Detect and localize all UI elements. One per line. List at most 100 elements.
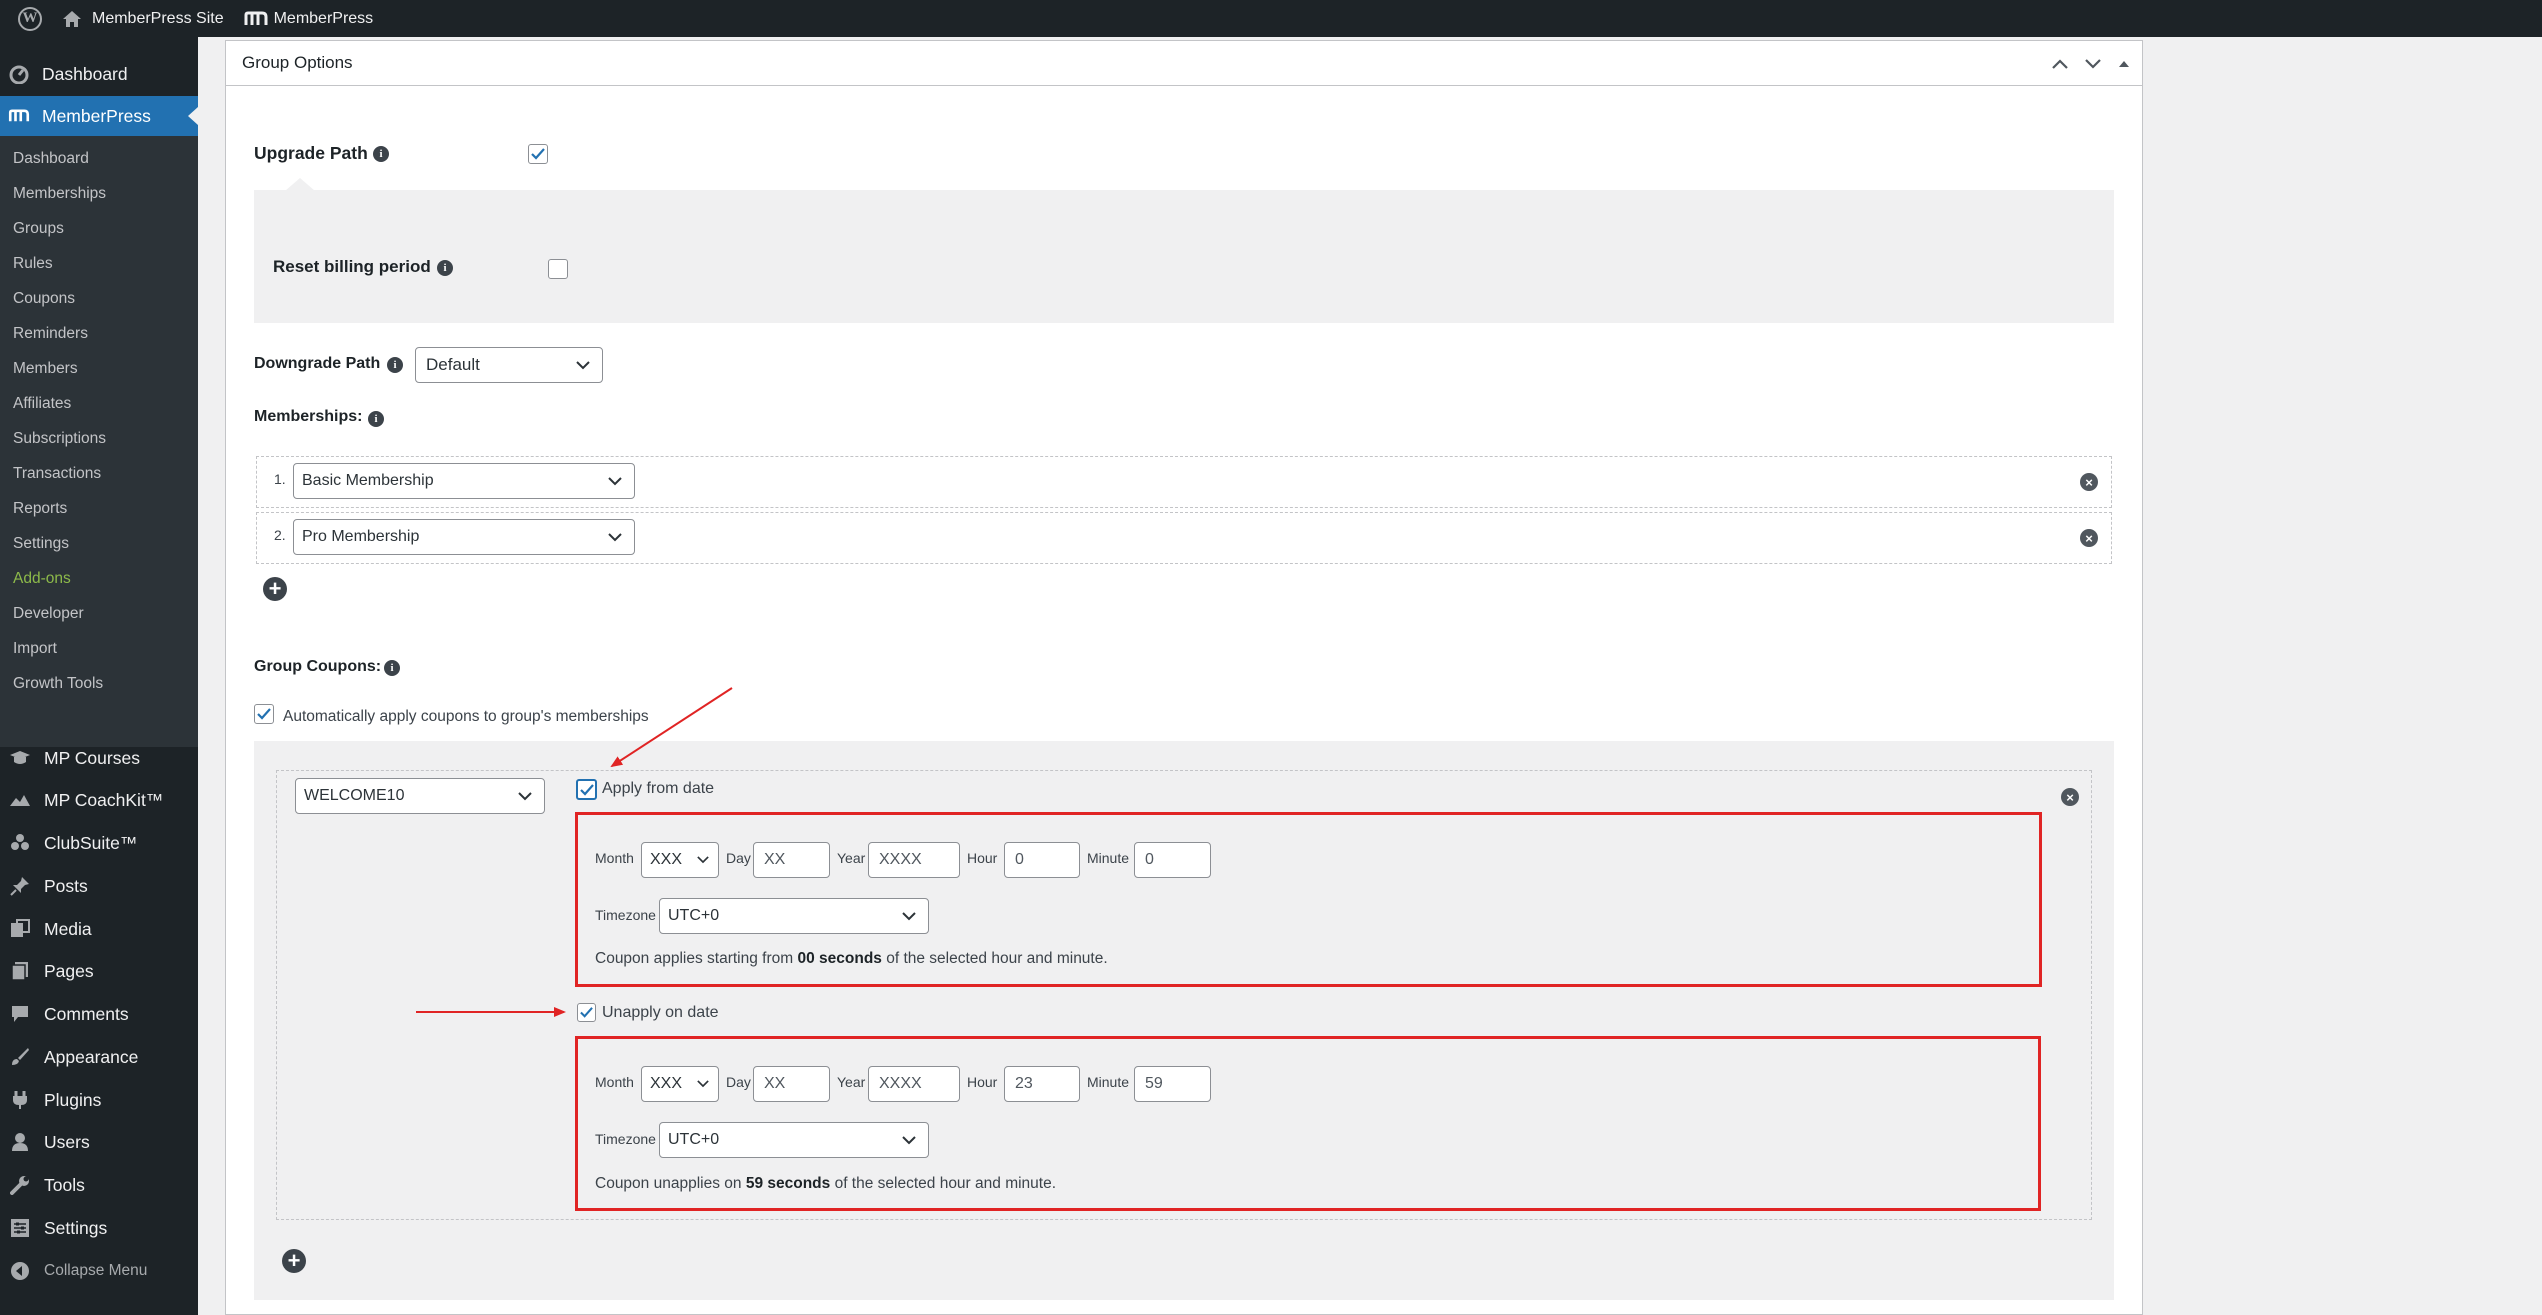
coupon-select[interactable]: WELCOME10 <box>295 778 545 814</box>
wrench-icon <box>8 1173 32 1197</box>
unapply-hour-input[interactable]: 23 <box>1004 1066 1080 1102</box>
apply-year-input[interactable]: XXXX <box>868 842 960 878</box>
menu-dashboard[interactable]: Dashboard <box>0 54 198 94</box>
check-icon <box>579 783 594 796</box>
toggle-panel-icon[interactable] <box>2111 51 2137 77</box>
membership-select[interactable]: Pro Membership <box>293 519 635 555</box>
unapply-note-bold: 59 seconds <box>745 1175 831 1192</box>
unapply-day-input[interactable]: XX <box>753 1066 830 1102</box>
submenu-subscriptions[interactable]: Subscriptions <box>13 430 106 448</box>
menu-tools[interactable]: Tools <box>0 1165 198 1205</box>
menu-plugins-label: Plugins <box>44 1089 102 1110</box>
user-icon <box>8 1130 32 1154</box>
memberships-info-icon[interactable]: i <box>368 411 384 427</box>
menu-memberpress[interactable]: MemberPress <box>0 96 198 136</box>
menu-settings[interactable]: Settings <box>0 1208 198 1248</box>
remove-coupon-icon[interactable]: × <box>2061 788 2079 806</box>
menu-appearance[interactable]: Appearance <box>0 1037 198 1077</box>
wp-logo-menu[interactable]: W <box>0 0 52 37</box>
submenu-developer[interactable]: Developer <box>13 605 84 623</box>
site-name-link[interactable]: MemberPress Site <box>52 0 234 37</box>
reset-billing-info-icon[interactable]: i <box>437 260 453 276</box>
membership-index: 2. <box>274 527 286 543</box>
add-membership-icon[interactable]: + <box>263 577 287 601</box>
move-up-icon[interactable] <box>2047 51 2073 77</box>
downgrade-path-info-icon[interactable]: i <box>387 357 403 373</box>
apply-month-select[interactable]: XXX <box>641 842 719 878</box>
menu-users[interactable]: Users <box>0 1122 198 1162</box>
submenu-coupons[interactable]: Coupons <box>13 290 75 308</box>
move-down-icon[interactable] <box>2080 51 2106 77</box>
apply-hour-label: Hour <box>967 850 998 866</box>
apply-from-date-checkbox[interactable] <box>576 779 597 800</box>
apply-day-input[interactable]: XX <box>753 842 830 878</box>
unapply-note-text: Coupon unapplies on <box>595 1175 746 1192</box>
plugin-name: MemberPress <box>273 9 374 27</box>
downgrade-path-select[interactable]: Default <box>415 347 603 383</box>
menu-tools-label: Tools <box>44 1174 85 1195</box>
unapply-year-label: Year <box>837 1074 866 1090</box>
submenu-groups[interactable]: Groups <box>13 220 64 238</box>
submenu-reminders[interactable]: Reminders <box>13 325 88 343</box>
unapply-hour-label: Hour <box>967 1074 998 1090</box>
coachkit-icon <box>8 788 32 812</box>
upgrade-path-checkbox[interactable] <box>528 144 548 164</box>
coupon-select-value: WELCOME10 <box>304 787 405 804</box>
menu-memberpress-label: MemberPress <box>42 105 151 126</box>
submenu-memberships[interactable]: Memberships <box>13 185 106 203</box>
submenu-reports[interactable]: Reports <box>13 500 67 518</box>
admin-sidebar: Dashboard MemberPress Dashboard Membersh… <box>0 37 198 1315</box>
apply-minute-label: Minute <box>1087 850 1130 866</box>
unapply-on-date-checkbox[interactable] <box>577 1003 596 1022</box>
check-icon <box>580 1007 593 1018</box>
chevron-down-icon <box>697 856 709 864</box>
submenu-rules[interactable]: Rules <box>13 255 53 273</box>
submenu-members[interactable]: Members <box>13 360 78 378</box>
menu-mp-coachkit[interactable]: MP CoachKit™ <box>0 780 198 820</box>
submenu-transactions[interactable]: Transactions <box>13 465 101 483</box>
submenu-growth-tools[interactable]: Growth Tools <box>13 675 103 693</box>
menu-comments[interactable]: Comments <box>0 994 198 1034</box>
reset-billing-checkbox[interactable] <box>548 259 568 279</box>
submenu-addons[interactable]: Add-ons <box>13 570 71 588</box>
collapse-menu-button[interactable]: Collapse Menu <box>0 1251 198 1291</box>
menu-plugins[interactable]: Plugins <box>0 1080 198 1120</box>
submenu-settings[interactable]: Settings <box>13 535 69 553</box>
chevron-down-icon <box>518 792 532 801</box>
menu-pages-label: Pages <box>44 960 94 981</box>
menu-clubsuite[interactable]: ClubSuite™ <box>0 823 198 863</box>
admin-bar: W MemberPress Site MemberPress <box>0 0 2542 37</box>
add-coupon-icon[interactable]: + <box>282 1249 306 1273</box>
site-name: MemberPress Site <box>92 9 224 27</box>
submenu-dashboard[interactable]: Dashboard <box>13 150 89 168</box>
menu-posts[interactable]: Posts <box>0 866 198 906</box>
remove-membership-icon[interactable]: × <box>2080 529 2098 547</box>
check-icon <box>531 148 545 160</box>
plugin-icon <box>8 1088 32 1112</box>
auto-apply-coupons-checkbox[interactable] <box>254 704 274 724</box>
comment-icon <box>8 1002 32 1026</box>
apply-note-bold: 00 seconds <box>797 950 882 967</box>
memberpress-bar-link[interactable]: MemberPress <box>234 0 384 37</box>
unapply-timezone-select[interactable]: UTC+0 <box>659 1122 929 1158</box>
unapply-minute-input[interactable]: 59 <box>1134 1066 1211 1102</box>
apply-hour-input[interactable]: 0 <box>1004 842 1080 878</box>
unapply-month-select[interactable]: XXX <box>641 1066 719 1102</box>
upgrade-path-info-icon[interactable]: i <box>373 146 389 162</box>
menu-pages[interactable]: Pages <box>0 951 198 991</box>
menu-media[interactable]: Media <box>0 909 198 949</box>
remove-membership-icon[interactable]: × <box>2080 473 2098 491</box>
menu-mp-courses[interactable]: MP Courses <box>0 738 198 778</box>
unapply-note-text-end: of the selected hour and minute. <box>830 1175 1057 1192</box>
chevron-down-icon <box>902 1136 916 1145</box>
apply-timezone-select[interactable]: UTC+0 <box>659 898 929 934</box>
submenu-affiliates[interactable]: Affiliates <box>13 395 71 413</box>
apply-minute-input[interactable]: 0 <box>1134 842 1211 878</box>
downgrade-path-label: Downgrade Path <box>254 355 381 372</box>
wordpress-logo-icon: W <box>18 6 42 31</box>
unapply-month-label: Month <box>595 1074 634 1090</box>
unapply-year-input[interactable]: XXXX <box>868 1066 960 1102</box>
group-coupons-info-icon[interactable]: i <box>384 660 400 676</box>
membership-select[interactable]: Basic Membership <box>293 463 635 499</box>
submenu-import[interactable]: Import <box>13 640 57 658</box>
